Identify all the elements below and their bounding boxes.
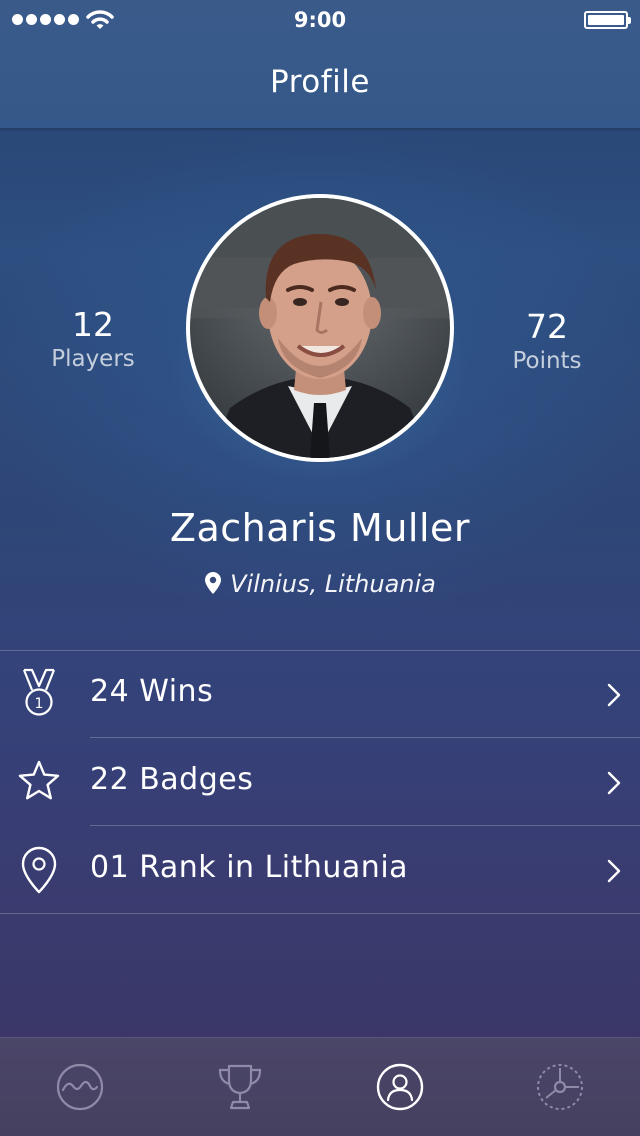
- list-divider: [0, 913, 640, 914]
- points-label: Points: [512, 348, 582, 374]
- location-text: Vilnius, Lithuania: [230, 570, 436, 598]
- list-item-label: 01 Rank in Lithuania: [90, 850, 409, 885]
- settings-dial-icon[interactable]: [535, 1062, 585, 1112]
- activity-wave-icon[interactable]: [55, 1062, 105, 1112]
- points-count: 72: [526, 307, 568, 346]
- tab-bar: [0, 1037, 640, 1136]
- star-icon: [18, 760, 60, 800]
- avatar[interactable]: [186, 194, 454, 462]
- page-title: Profile: [270, 64, 370, 100]
- chevron-right-icon: [607, 859, 621, 883]
- avatar-photo: [190, 198, 450, 458]
- location-pin-icon: [205, 572, 222, 594]
- points-stat[interactable]: 72 Points: [467, 308, 627, 376]
- status-bar: 9:00: [0, 0, 640, 40]
- status-time: 9:00: [293, 8, 347, 32]
- svg-text:1: 1: [35, 696, 44, 712]
- list-item-badges[interactable]: 22 Badges: [0, 738, 640, 826]
- list-item-rank[interactable]: 01 Rank in Lithuania: [0, 826, 640, 914]
- navigation-bar: 9:00 Profile: [0, 0, 640, 129]
- profile-location: Vilnius, Lithuania: [0, 570, 640, 598]
- players-stat[interactable]: 12 Players: [13, 306, 173, 374]
- players-count: 12: [72, 305, 114, 344]
- user-profile-icon[interactable]: [375, 1062, 425, 1112]
- profile-stats-list: 1 24 Wins 22 Badges 01 Rank in Lithuania: [0, 650, 640, 914]
- chevron-right-icon: [607, 771, 621, 795]
- list-item-label: 22 Badges: [90, 762, 254, 797]
- players-label: Players: [51, 346, 135, 372]
- profile-name: Zacharis Muller: [169, 506, 471, 550]
- list-item-label: 24 Wins: [90, 674, 214, 709]
- location-pin-icon: [21, 846, 57, 894]
- medal-icon: 1: [22, 668, 56, 716]
- trophy-icon[interactable]: [215, 1062, 265, 1112]
- battery-icon: [584, 11, 631, 29]
- chevron-right-icon: [607, 683, 621, 707]
- list-item-wins[interactable]: 1 24 Wins: [0, 650, 640, 738]
